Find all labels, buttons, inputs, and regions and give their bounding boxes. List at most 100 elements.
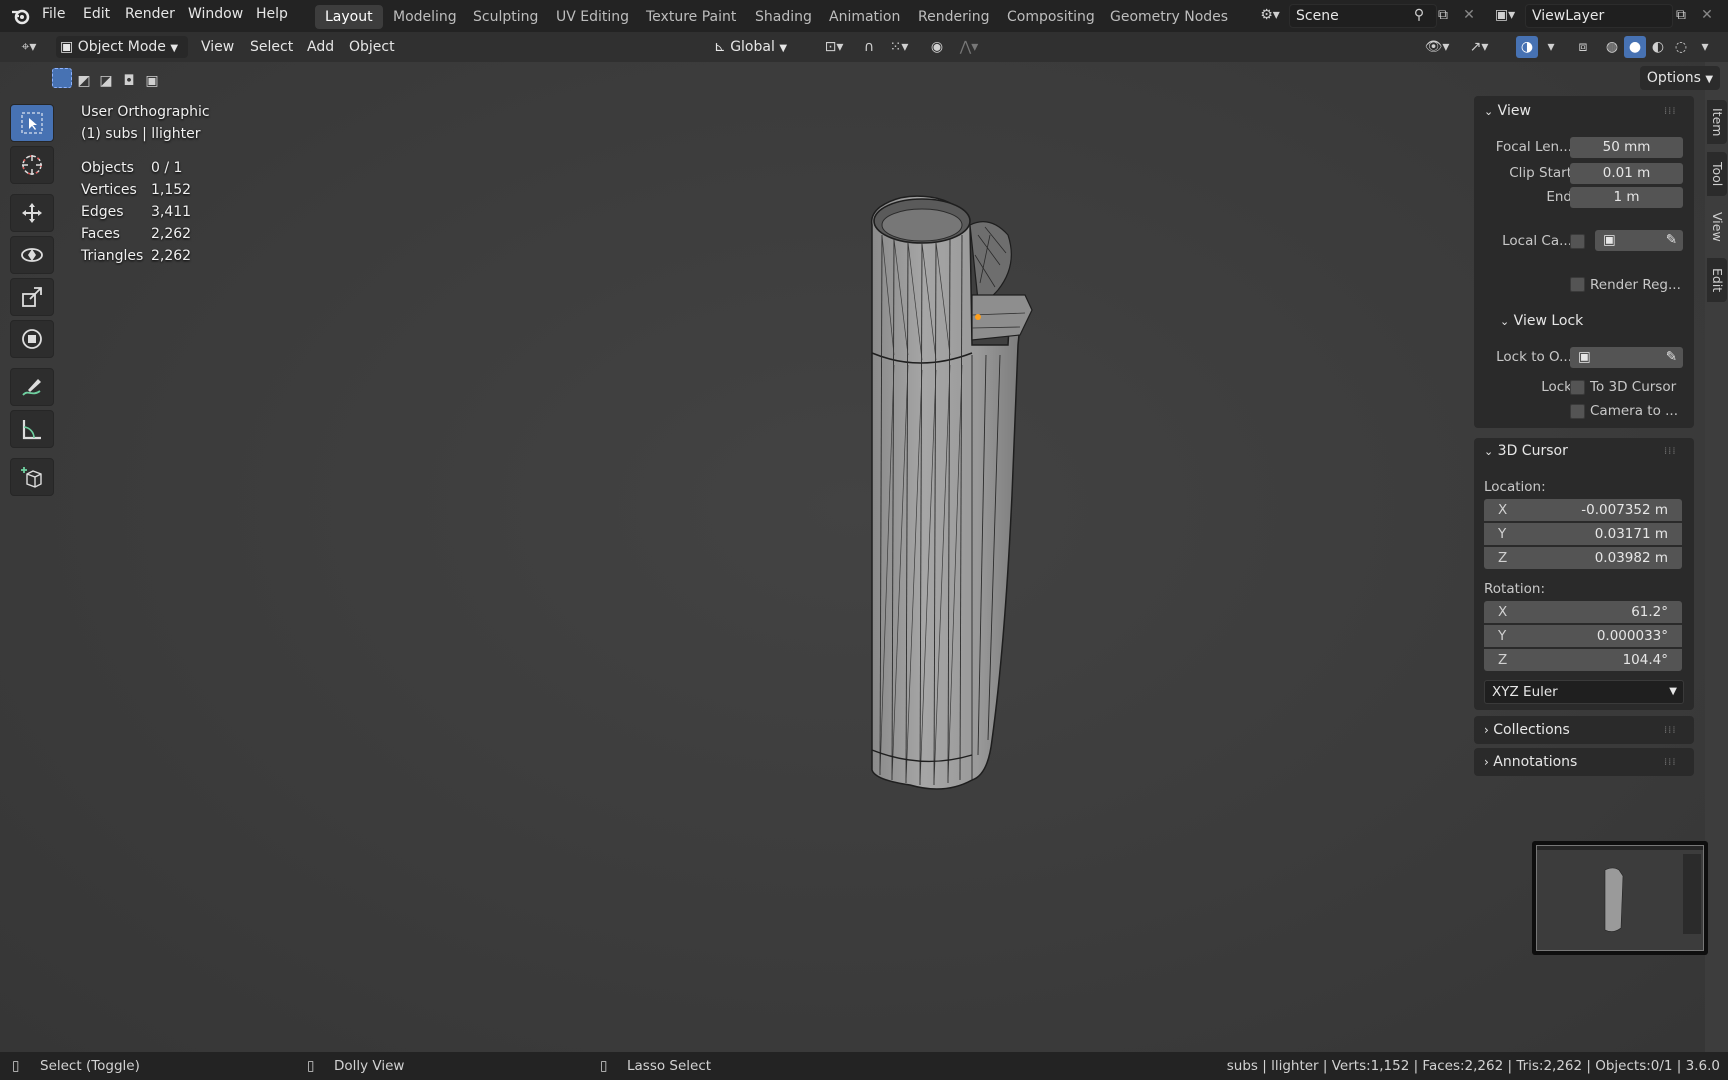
solid-shading-icon[interactable]: ● bbox=[1624, 36, 1646, 58]
select-box-tool[interactable] bbox=[10, 104, 54, 142]
collections-header[interactable]: › Collections bbox=[1484, 722, 1570, 738]
move-icon bbox=[22, 203, 42, 223]
3d-cursor-header[interactable]: ⌄ 3D Cursor bbox=[1484, 443, 1568, 459]
stats-vertices-value: 1,152 bbox=[151, 182, 192, 198]
editor-type-icon[interactable]: ⌖▾ bbox=[12, 36, 46, 58]
blender-logo-icon[interactable] bbox=[10, 6, 32, 30]
overlays-icon[interactable]: ◑ bbox=[1516, 36, 1538, 58]
snap-toggle-icon[interactable]: ∩ bbox=[858, 36, 880, 58]
clip-end-field[interactable]: 1 m bbox=[1570, 187, 1683, 208]
options-button[interactable]: Options ▼ bbox=[1640, 66, 1720, 90]
view-lock-header[interactable]: ⌄ View Lock bbox=[1500, 313, 1583, 329]
menu-render[interactable]: Render bbox=[125, 6, 175, 22]
cursor-rotation-z[interactable]: Z 104.4° bbox=[1484, 649, 1682, 671]
orientation-dropdown[interactable]: ⊾ Global ▼ bbox=[714, 36, 806, 58]
preview-thumbnail[interactable] bbox=[1532, 841, 1708, 955]
material-shading-icon[interactable]: ◐ bbox=[1647, 36, 1669, 58]
close-viewlayer-icon[interactable]: ✕ bbox=[1696, 4, 1718, 26]
tab-compositing[interactable]: Compositing bbox=[997, 5, 1105, 29]
annotate-tool[interactable] bbox=[10, 368, 54, 406]
camera-to-view-checkbox[interactable] bbox=[1570, 404, 1585, 419]
drag-handle-icon[interactable]: ⁞⁞⁞ bbox=[1664, 725, 1677, 736]
pin-icon[interactable]: ⚲ bbox=[1408, 4, 1430, 26]
viewlayer-name-field[interactable]: ViewLayer bbox=[1525, 4, 1673, 28]
tab-geometry-nodes[interactable]: Geometry Nodes bbox=[1100, 5, 1238, 29]
eyedropper-icon[interactable]: ✎ bbox=[1666, 230, 1677, 251]
cursor-tool[interactable] bbox=[10, 146, 54, 184]
thumbnail-sidebar bbox=[1683, 854, 1701, 934]
select-subtract-icon[interactable]: ◪ bbox=[98, 70, 114, 89]
cursor-rotation-x[interactable]: X 61.2° bbox=[1484, 601, 1682, 623]
add-cube-tool[interactable] bbox=[10, 458, 54, 496]
new-scene-icon[interactable]: ⧉ bbox=[1432, 4, 1454, 26]
cursor-location-x[interactable]: X -0.007352 m bbox=[1484, 499, 1682, 521]
close-scene-icon[interactable]: ✕ bbox=[1458, 4, 1480, 26]
proportional-edit-icon[interactable]: ◉ bbox=[926, 36, 948, 58]
falloff-icon[interactable]: ⋀▾ bbox=[952, 36, 986, 58]
lock-to-object-field[interactable]: ▣ ✎ bbox=[1570, 347, 1683, 368]
viewlayer-browse-icon[interactable]: ▣▾ bbox=[1488, 4, 1522, 26]
menu-help[interactable]: Help bbox=[256, 6, 288, 22]
select-new-icon[interactable] bbox=[52, 68, 72, 88]
header-object-menu[interactable]: Object bbox=[349, 36, 395, 58]
measure-tool[interactable] bbox=[10, 410, 54, 448]
select-invert-icon[interactable]: ◘ bbox=[121, 70, 137, 89]
drag-handle-icon[interactable]: ⁞⁞⁞ bbox=[1664, 757, 1677, 768]
rendered-shading-icon[interactable]: ◌ bbox=[1670, 36, 1692, 58]
cursor-location-y[interactable]: Y 0.03171 m bbox=[1484, 523, 1682, 545]
new-viewlayer-icon[interactable]: ⧉ bbox=[1670, 4, 1692, 26]
focal-length-field[interactable]: 50 mm bbox=[1570, 137, 1683, 158]
tab-item[interactable]: Item bbox=[1707, 100, 1727, 144]
tab-rendering[interactable]: Rendering bbox=[908, 5, 1000, 29]
lock-3d-cursor-checkbox[interactable] bbox=[1570, 380, 1585, 395]
tab-shading[interactable]: Shading bbox=[745, 5, 822, 29]
transform-tool[interactable] bbox=[10, 320, 54, 358]
menu-window[interactable]: Window bbox=[188, 6, 243, 22]
tab-uv-editing[interactable]: UV Editing bbox=[546, 5, 639, 29]
cursor-location-z[interactable]: Z 0.03982 m bbox=[1484, 547, 1682, 569]
stats-edges-value: 3,411 bbox=[151, 204, 192, 220]
rotate-tool[interactable] bbox=[10, 236, 54, 274]
view-panel-header[interactable]: ⌄ View bbox=[1484, 103, 1531, 119]
rotation-mode-dropdown[interactable]: XYZ Euler ▼ bbox=[1484, 680, 1684, 704]
local-camera-field[interactable]: ▣ ✎ bbox=[1595, 230, 1683, 251]
clip-start-field[interactable]: 0.01 m bbox=[1570, 163, 1683, 184]
snap-target-icon[interactable]: ⁙▾ bbox=[882, 36, 916, 58]
cursor-rotation-y[interactable]: Y 0.000033° bbox=[1484, 625, 1682, 647]
select-extend-icon[interactable]: ◩ bbox=[76, 70, 92, 89]
shading-dropdown-icon[interactable]: ▾ bbox=[1694, 36, 1716, 58]
overlays-dropdown-icon[interactable]: ▾ bbox=[1540, 36, 1562, 58]
render-region-checkbox[interactable] bbox=[1570, 277, 1585, 292]
lighter-mesh[interactable] bbox=[860, 195, 1080, 885]
mode-dropdown[interactable]: ▣ Object Mode ▼ bbox=[56, 36, 188, 58]
drag-handle-icon[interactable]: ⁞⁞⁞ bbox=[1664, 446, 1677, 457]
cursor-icon bbox=[22, 155, 42, 175]
header-select-menu[interactable]: Select bbox=[250, 36, 293, 58]
tab-tool[interactable]: Tool bbox=[1707, 152, 1727, 196]
eyedropper-icon[interactable]: ✎ bbox=[1666, 347, 1677, 368]
move-tool[interactable] bbox=[10, 194, 54, 232]
scale-tool[interactable] bbox=[10, 278, 54, 316]
menu-edit[interactable]: Edit bbox=[83, 6, 110, 22]
menu-file[interactable]: File bbox=[42, 6, 65, 22]
xray-icon[interactable]: ⧈ bbox=[1572, 36, 1594, 58]
annotations-header[interactable]: › Annotations bbox=[1484, 754, 1577, 770]
tab-animation[interactable]: Animation bbox=[819, 5, 910, 29]
local-camera-checkbox[interactable] bbox=[1570, 234, 1585, 249]
header-view-menu[interactable]: View bbox=[201, 36, 234, 58]
tab-texture-paint[interactable]: Texture Paint bbox=[636, 5, 746, 29]
select-intersect-icon[interactable]: ▣ bbox=[144, 70, 160, 89]
3d-viewport[interactable] bbox=[0, 62, 1705, 1052]
visibility-icon[interactable]: 👁▾ bbox=[1420, 36, 1454, 58]
tab-modeling[interactable]: Modeling bbox=[383, 5, 467, 29]
scene-browse-icon[interactable]: ⚙▾ bbox=[1254, 4, 1286, 26]
tab-layout[interactable]: Layout bbox=[315, 5, 383, 29]
gizmo-icon[interactable]: ↗▾ bbox=[1462, 36, 1496, 58]
pivot-point-icon[interactable]: ⊡▾ bbox=[818, 36, 850, 58]
tab-edit[interactable]: Edit bbox=[1707, 258, 1727, 302]
drag-handle-icon[interactable]: ⁞⁞⁞ bbox=[1664, 106, 1677, 117]
tab-sculpting[interactable]: Sculpting bbox=[463, 5, 548, 29]
wireframe-shading-icon[interactable]: ◍ bbox=[1601, 36, 1623, 58]
tab-view[interactable]: View bbox=[1707, 204, 1727, 250]
header-add-menu[interactable]: Add bbox=[307, 36, 334, 58]
